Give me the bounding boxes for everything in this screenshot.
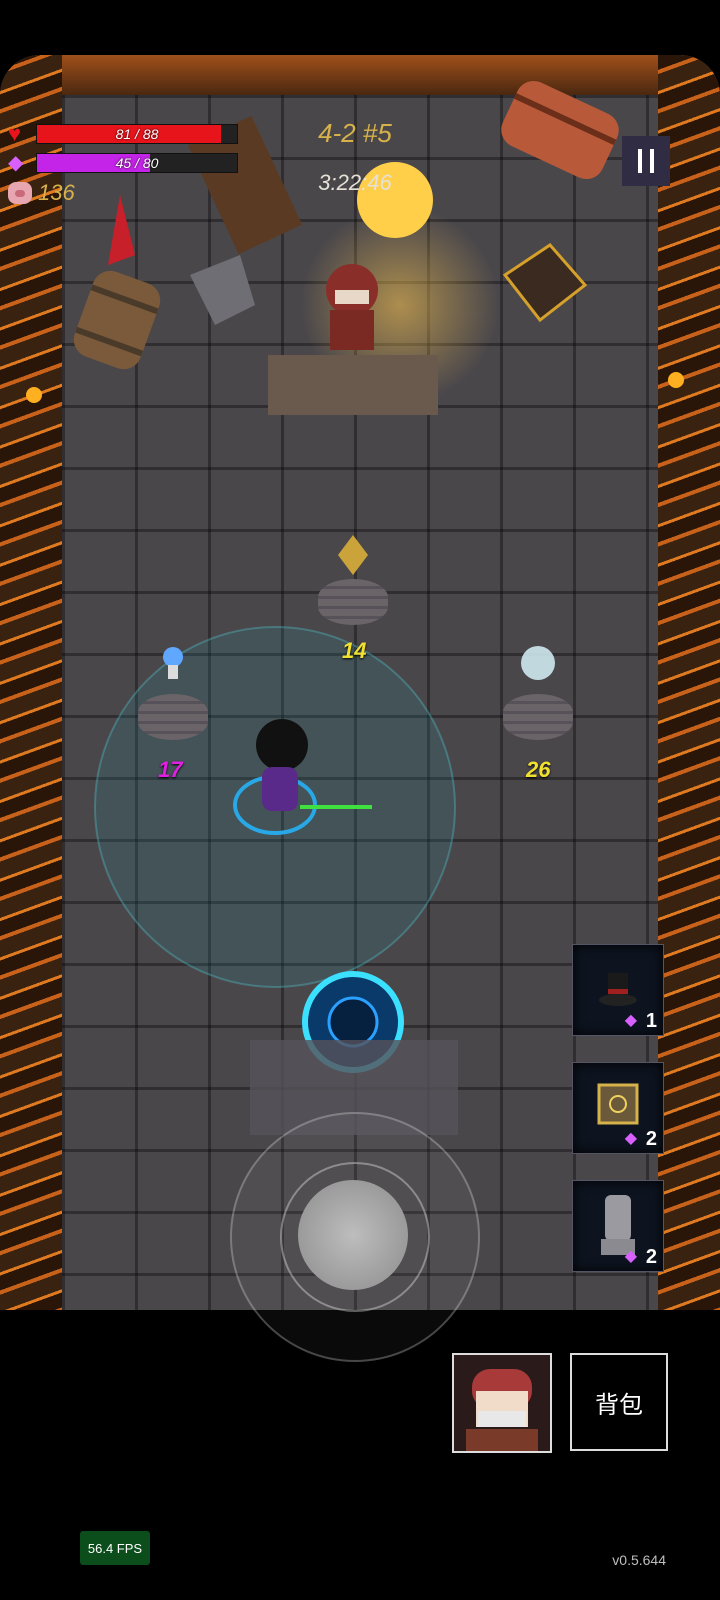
- price-golden-relic: 14: [342, 638, 367, 663]
- mp-row: ◆ 45 / 80: [8, 152, 238, 174]
- quick-item-count: 2: [645, 1128, 657, 1150]
- top-hat-icon: [599, 973, 637, 1006]
- gem-icon: ◆: [624, 1248, 637, 1265]
- coin-counter: 136: [8, 180, 75, 206]
- version-label: v0.5.644: [612, 1552, 666, 1568]
- quick-item-stone-head[interactable]: ◆ 2: [572, 1180, 664, 1272]
- backpack-button[interactable]: 背包: [570, 1353, 668, 1451]
- price-crystal-orb: 26: [526, 757, 551, 782]
- pedestal-blue-ring[interactable]: [138, 647, 208, 740]
- quick-item-top-hat[interactable]: ◆ 1: [572, 944, 664, 1036]
- pedestal-base: [318, 579, 388, 625]
- coin-count: 136: [38, 180, 75, 205]
- pause-icon: [638, 149, 642, 173]
- mp-bar: 45 / 80: [36, 153, 238, 173]
- ornate-cube-icon: [502, 243, 588, 323]
- quick-item-count: 2: [645, 1246, 657, 1268]
- golden-box-icon: [597, 1083, 639, 1125]
- torch-right-icon: [668, 372, 684, 388]
- hp-text: 81 / 88: [115, 126, 159, 142]
- quick-item-golden-box[interactable]: ◆ 2: [572, 1062, 664, 1154]
- pause-button[interactable]: [622, 136, 670, 186]
- red-crystal-icon: [108, 195, 135, 265]
- barrel-icon: [73, 270, 161, 370]
- heart-icon: ♥: [8, 121, 22, 146]
- shop-counter: [268, 355, 438, 415]
- run-timer: 3:22:46: [318, 170, 392, 195]
- hp-row: ♥ 81 / 88: [8, 123, 238, 145]
- hp-bar: 81 / 88: [36, 124, 238, 144]
- blue-ring-icon: [163, 647, 183, 679]
- pedestal-base: [138, 694, 208, 740]
- anvil-icon: [190, 255, 255, 325]
- joystick-knob[interactable]: [298, 1180, 408, 1290]
- shopkeeper-portrait-icon: [466, 1369, 538, 1451]
- pedestal-crystal-orb[interactable]: [503, 646, 573, 740]
- gem-icon: ◆: [624, 1012, 637, 1029]
- golden-relic-icon: [338, 535, 368, 575]
- level-indicator: 4-2 #5: [318, 118, 392, 148]
- gem-icon: ◆: [624, 1130, 637, 1147]
- torch-left-icon: [26, 387, 42, 403]
- pedestal-golden-relic[interactable]: [318, 535, 388, 625]
- mana-gem-icon: ◆: [8, 152, 24, 174]
- shopkeeper-npc: [326, 264, 378, 350]
- crystal-orb-icon: [521, 646, 555, 680]
- pause-icon: [650, 149, 654, 173]
- pig-icon: [8, 182, 32, 204]
- fps-counter: 56.4 FPS: [80, 1531, 150, 1565]
- pedestal-base: [503, 694, 573, 740]
- treasure-chest-icon: [501, 80, 619, 180]
- shopkeeper-portrait-button[interactable]: [452, 1353, 552, 1453]
- quick-item-count: 1: [645, 1010, 657, 1032]
- price-blue-ring: 17: [158, 757, 183, 782]
- mp-text: 45 / 80: [115, 155, 159, 171]
